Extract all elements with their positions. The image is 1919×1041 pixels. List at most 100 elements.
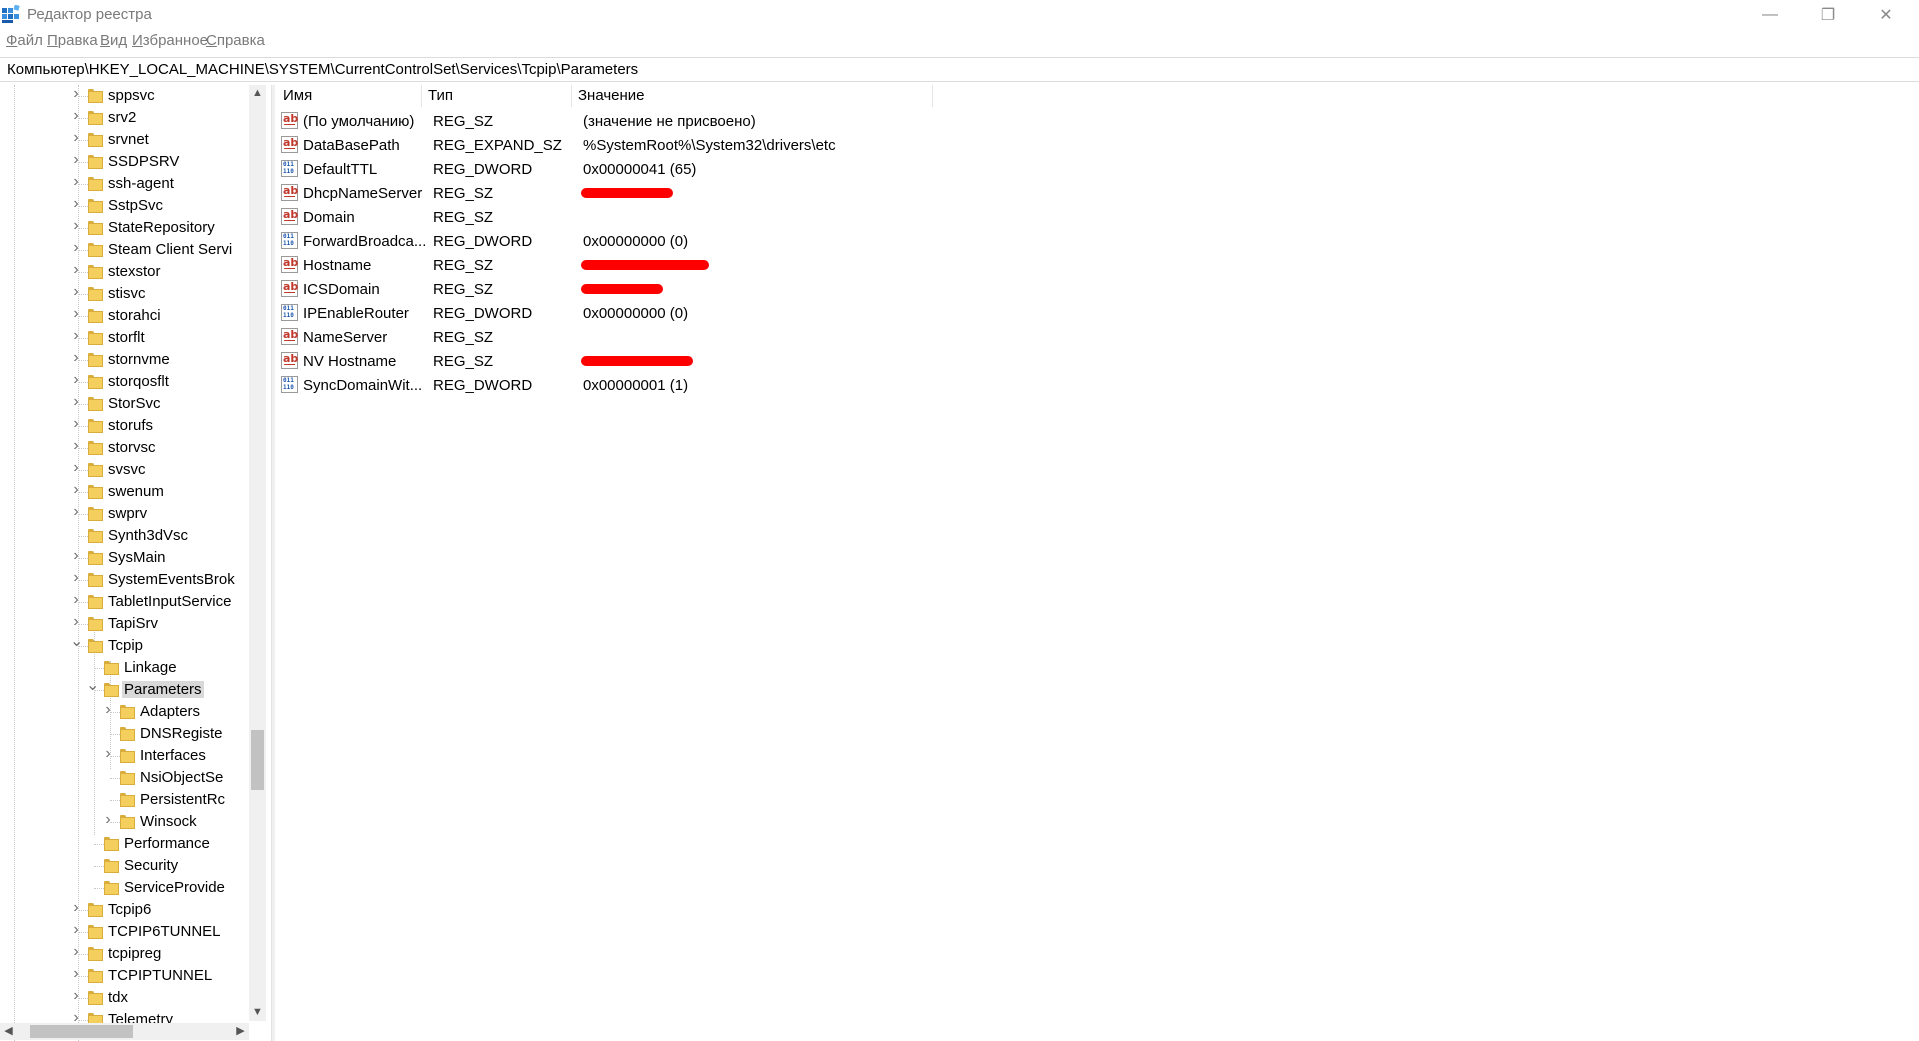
tree-item-stornvme[interactable]: › stornvme — [0, 349, 250, 371]
tree-item-winsock[interactable]: › Winsock — [0, 811, 250, 833]
tree-item-tcpipreg[interactable]: › tcpipreg — [0, 943, 250, 965]
expand-chevron-icon[interactable]: › — [70, 900, 82, 916]
expand-chevron-icon[interactable]: › — [70, 988, 82, 1004]
expand-chevron-icon[interactable]: › — [70, 174, 82, 190]
tree-item-label[interactable]: DNSRegiste — [138, 725, 225, 742]
tree-item-label[interactable]: SstpSvc — [106, 197, 165, 214]
column-header-data[interactable]: Значение — [572, 85, 933, 107]
tree-item-sstpsvc[interactable]: › SstpSvc — [0, 195, 250, 217]
tree-item-parameters[interactable]: ⌄ Parameters — [0, 678, 250, 701]
value-row[interactable]: ab NV Hostname REG_SZ — [277, 349, 1277, 373]
tree-item-stexstor[interactable]: › stexstor — [0, 261, 250, 283]
address-path[interactable]: Компьютер\HKEY_LOCAL_MACHINE\SYSTEM\Curr… — [7, 61, 638, 78]
tree-item-label[interactable]: StateRepository — [106, 219, 217, 236]
expand-chevron-icon[interactable]: › — [102, 702, 114, 718]
tree-item-label[interactable]: Performance — [122, 835, 212, 852]
column-header-type[interactable]: Тип — [422, 85, 572, 107]
tree-item-label[interactable]: Winsock — [138, 813, 199, 830]
expand-chevron-icon[interactable]: › — [70, 328, 82, 344]
tree-item-label[interactable]: stisvc — [106, 285, 148, 302]
value-row[interactable]: ab ICSDomain REG_SZ — [277, 277, 1277, 301]
expand-chevron-icon[interactable]: › — [70, 196, 82, 212]
scroll-down-arrow-icon[interactable]: ▼ — [249, 1004, 266, 1021]
tree-item-stisvc[interactable]: › stisvc — [0, 283, 250, 305]
tree-item-srvnet[interactable]: › srvnet — [0, 129, 250, 151]
tree-item-label[interactable]: PersistentRc — [138, 791, 227, 808]
expand-chevron-icon[interactable]: › — [70, 350, 82, 366]
expand-chevron-icon[interactable]: › — [70, 394, 82, 410]
collapse-chevron-icon[interactable]: ⌄ — [70, 634, 83, 650]
tree-item-synth3dvsc[interactable]: Synth3dVsc — [0, 525, 250, 547]
tree-item-label[interactable]: storqosflt — [106, 373, 171, 390]
value-row[interactable]: ab DataBasePath REG_EXPAND_SZ %SystemRoot%\… — [277, 133, 1277, 157]
expand-chevron-icon[interactable]: › — [70, 306, 82, 322]
value-row[interactable]: 011 110 SyncDomainWit... REG_DWORD 0x0000000… — [277, 373, 1277, 397]
expand-chevron-icon[interactable]: › — [70, 152, 82, 168]
expand-chevron-icon[interactable]: › — [70, 372, 82, 388]
value-row[interactable]: ab DhcpNameServer REG_SZ — [277, 181, 1277, 205]
menu-edit[interactable]: Правка — [47, 32, 98, 49]
tree-item-linkage[interactable]: Linkage — [0, 657, 250, 679]
expand-chevron-icon[interactable]: › — [70, 592, 82, 608]
tree-item-label[interactable]: stexstor — [106, 263, 163, 280]
tree-item-label[interactable]: NsiObjectSe — [138, 769, 225, 786]
expand-chevron-icon[interactable]: › — [70, 460, 82, 476]
tree-item-label[interactable]: Linkage — [122, 659, 179, 676]
tree-item-label[interactable]: Tcpip6 — [106, 901, 153, 918]
tree-item-ssh-agent[interactable]: › ssh-agent — [0, 173, 250, 195]
tree-item-sppsvc[interactable]: › sppsvc — [0, 85, 250, 107]
tree-item-label[interactable]: storufs — [106, 417, 155, 434]
tree-item-storsvc[interactable]: › StorSvc — [0, 393, 250, 415]
tree-item-srv2[interactable]: › srv2 — [0, 107, 250, 129]
expand-chevron-icon[interactable]: › — [70, 108, 82, 124]
tree-item-storufs[interactable]: › storufs — [0, 415, 250, 437]
expand-chevron-icon[interactable]: › — [70, 504, 82, 520]
tree-item-swprv[interactable]: › swprv — [0, 503, 250, 525]
tree-item-label[interactable]: storvsc — [106, 439, 158, 456]
tree-item-label[interactable]: tdx — [106, 989, 130, 1006]
value-row[interactable]: ab (По умолчанию) REG_SZ (значение не присв… — [277, 109, 1277, 133]
tree-item-label[interactable]: TCPIPTUNNEL — [106, 967, 214, 984]
tree-item-tcpiptunnel[interactable]: › TCPIPTUNNEL — [0, 965, 250, 987]
collapse-chevron-icon[interactable]: ⌄ — [86, 678, 99, 694]
tree-item-label[interactable]: Synth3dVsc — [106, 527, 190, 544]
expand-chevron-icon[interactable]: › — [70, 482, 82, 498]
tree-item-label[interactable]: swprv — [106, 505, 149, 522]
tree-vertical-scrollbar[interactable]: ▲ ▼ — [249, 85, 266, 1021]
expand-chevron-icon[interactable]: › — [70, 130, 82, 146]
expand-chevron-icon[interactable]: › — [102, 746, 114, 762]
tree-item-systemeventsbrok[interactable]: › SystemEventsBrok — [0, 569, 250, 591]
value-row[interactable]: 011 110 IPEnableRouter REG_DWORD 0x00000000 … — [277, 301, 1277, 325]
tree-item-label[interactable]: ServiceProvide — [122, 879, 227, 896]
expand-chevron-icon[interactable]: › — [70, 262, 82, 278]
scroll-left-arrow-icon[interactable]: ◀ — [0, 1023, 17, 1040]
tree-item-persistentrc[interactable]: PersistentRc — [0, 789, 250, 811]
expand-chevron-icon[interactable]: › — [70, 240, 82, 256]
menu-view[interactable]: Вид — [100, 32, 127, 49]
tree-item-label[interactable]: SysMain — [106, 549, 168, 566]
tree-item-label[interactable]: Adapters — [138, 703, 202, 720]
tree-item-storvsc[interactable]: › storvsc — [0, 437, 250, 459]
maximize-button[interactable]: ❐ — [1799, 0, 1857, 30]
scrollbar-thumb[interactable] — [251, 730, 264, 790]
tree-item-interfaces[interactable]: › Interfaces — [0, 745, 250, 767]
value-row[interactable]: ab Domain REG_SZ — [277, 205, 1277, 229]
tree-item-tcpip6[interactable]: › Tcpip6 — [0, 899, 250, 921]
close-button[interactable]: ✕ — [1857, 0, 1915, 30]
tree-item-dnsregiste[interactable]: DNSRegiste — [0, 723, 250, 745]
tree-item-adapters[interactable]: › Adapters — [0, 701, 250, 723]
value-row[interactable]: ab Hostname REG_SZ — [277, 253, 1277, 277]
tree-item-label[interactable]: TabletInputService — [106, 593, 233, 610]
tree-item-serviceprovide[interactable]: ServiceProvide — [0, 877, 250, 899]
tree-item-label[interactable]: storahci — [106, 307, 163, 324]
expand-chevron-icon[interactable]: › — [70, 438, 82, 454]
tree-item-performance[interactable]: Performance — [0, 833, 250, 855]
tree-item-storqosflt[interactable]: › storqosflt — [0, 371, 250, 393]
tree-item-label[interactable]: Security — [122, 857, 180, 874]
tree-item-label[interactable]: ssh-agent — [106, 175, 176, 192]
tree-item-label[interactable]: Tcpip — [106, 637, 145, 654]
scrollbar-thumb[interactable] — [30, 1025, 133, 1038]
tree-item-label[interactable]: TCPIP6TUNNEL — [106, 923, 223, 940]
tree-item-steam-client-servi[interactable]: › Steam Client Servi — [0, 239, 250, 261]
tree-item-label[interactable]: StorSvc — [106, 395, 163, 412]
